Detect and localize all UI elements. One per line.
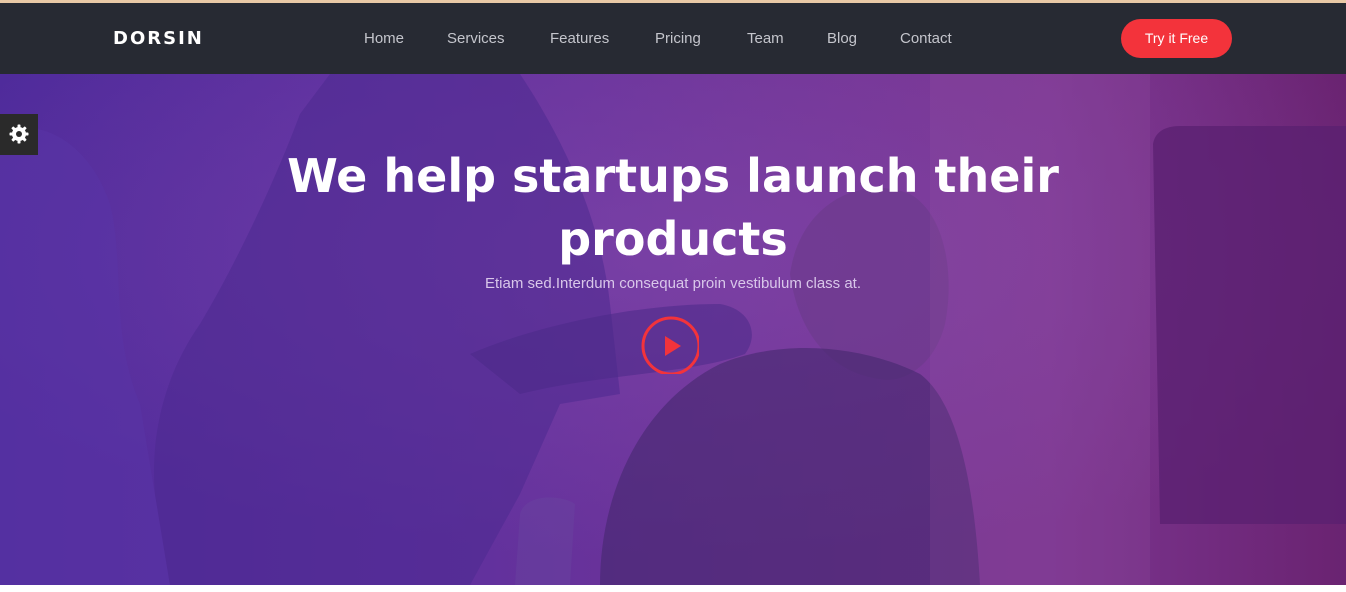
navbar: DORSIN Home Services Features Pricing Te… xyxy=(0,3,1346,74)
nav-item-features[interactable]: Features xyxy=(550,30,609,48)
nav-item-services[interactable]: Services xyxy=(447,30,505,48)
page-bottom xyxy=(0,585,1346,592)
hero-title: We help startups launch their products xyxy=(287,148,1059,266)
hero-section: We help startups launch their products E… xyxy=(0,74,1346,585)
play-circle-icon xyxy=(641,316,701,376)
gear-icon xyxy=(9,124,29,144)
hero-subtitle: Etiam sed.Interdum consequat proin vesti… xyxy=(484,275,862,292)
try-it-free-button[interactable]: Try it Free xyxy=(1121,19,1232,58)
nav-item-home[interactable]: Home xyxy=(364,30,404,48)
nav-item-pricing[interactable]: Pricing xyxy=(655,30,701,48)
nav-item-team[interactable]: Team xyxy=(747,30,784,48)
settings-toggle[interactable] xyxy=(0,114,38,155)
nav-item-contact[interactable]: Contact xyxy=(900,30,952,48)
play-video-button[interactable] xyxy=(641,316,701,376)
nav-item-blog[interactable]: Blog xyxy=(827,30,857,48)
